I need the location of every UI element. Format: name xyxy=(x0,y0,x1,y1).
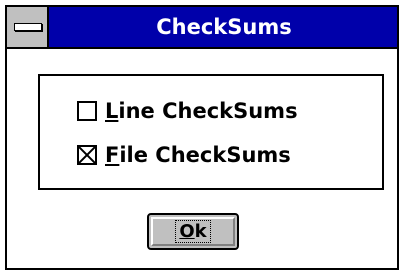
file-checksums-label-rest: ile CheckSums xyxy=(119,143,291,167)
ok-button-face: Ok xyxy=(151,217,235,246)
dialog-title: CheckSums xyxy=(156,15,292,39)
file-checksums-option[interactable]: File CheckSums xyxy=(77,142,291,168)
line-checksums-checkbox[interactable] xyxy=(77,101,97,121)
checksum-options-group: Line CheckSums File CheckSums xyxy=(38,74,384,190)
line-checksums-label[interactable]: Line CheckSums xyxy=(105,99,298,123)
title-bar[interactable]: CheckSums xyxy=(7,7,397,49)
ok-label-rest: k xyxy=(194,221,207,242)
file-checksums-mnemonic: F xyxy=(105,143,120,167)
ok-mnemonic: O xyxy=(179,221,195,242)
ok-button-label: Ok xyxy=(175,220,211,243)
system-menu-icon[interactable] xyxy=(7,7,49,47)
checkbox-x-icon xyxy=(79,147,95,163)
ok-button[interactable]: Ok xyxy=(147,213,239,250)
file-checksums-checkbox[interactable] xyxy=(77,145,97,165)
line-checksums-mnemonic: L xyxy=(105,99,119,123)
line-checksums-option[interactable]: Line CheckSums xyxy=(77,98,298,124)
file-checksums-label[interactable]: File CheckSums xyxy=(105,143,291,167)
system-menu-bar xyxy=(14,23,42,31)
line-checksums-label-rest: ine CheckSums xyxy=(118,99,298,123)
checksums-dialog: CheckSums Line CheckSums File CheckSums … xyxy=(5,5,399,270)
